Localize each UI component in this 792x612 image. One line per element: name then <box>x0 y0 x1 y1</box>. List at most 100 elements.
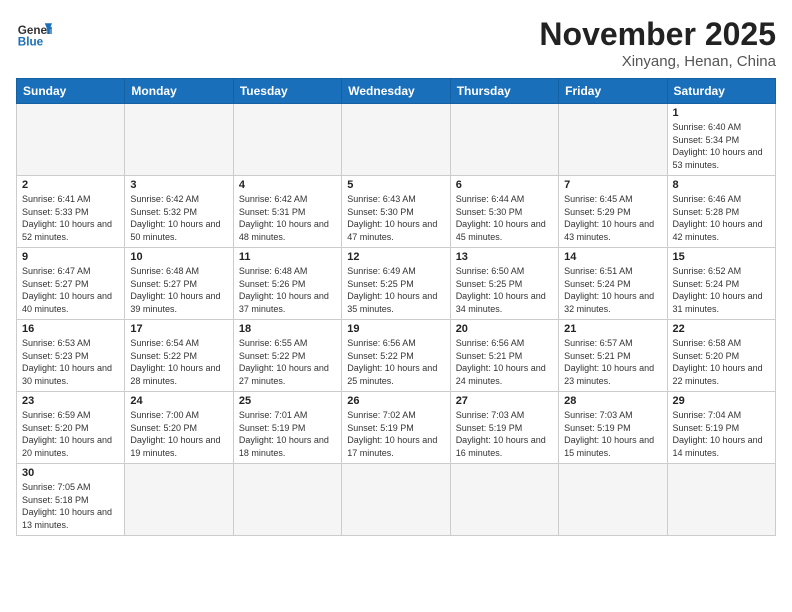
day-info: Sunrise: 7:02 AM Sunset: 5:19 PM Dayligh… <box>347 409 444 459</box>
calendar-cell: 2Sunrise: 6:41 AM Sunset: 5:33 PM Daylig… <box>17 176 125 248</box>
weekday-header-friday: Friday <box>559 79 667 104</box>
calendar-cell: 4 Sunrise: 6:42 AM Sunset: 5:31 PM Daylig… <box>233 176 341 248</box>
day-info: Sunrise: 6:43 AM Sunset: 5:30 PM Dayligh… <box>347 193 444 243</box>
day-info: Sunrise: 6:40 AM Sunset: 5:34 PM Dayligh… <box>673 121 770 171</box>
svg-text:Blue: Blue <box>18 36 44 49</box>
day-number: 14 <box>564 251 661 263</box>
calendar-cell <box>17 104 125 176</box>
day-info: Sunrise: 6:53 AM Sunset: 5:23 PM Dayligh… <box>22 337 119 387</box>
day-info: Sunrise: 6:46 AM Sunset: 5:28 PM Dayligh… <box>673 193 770 243</box>
calendar-cell: 30Sunrise: 7:05 AM Sunset: 5:18 PM Dayli… <box>17 464 125 536</box>
day-info: Sunrise: 7:04 AM Sunset: 5:19 PM Dayligh… <box>673 409 770 459</box>
weekday-header-monday: Monday <box>125 79 233 104</box>
day-info: Sunrise: 6:56 AM Sunset: 5:22 PM Dayligh… <box>347 337 444 387</box>
day-number: 25 <box>239 395 336 407</box>
calendar-cell <box>342 104 450 176</box>
week-row-1: 2Sunrise: 6:41 AM Sunset: 5:33 PM Daylig… <box>17 176 776 248</box>
calendar-cell: 9 Sunrise: 6:47 AM Sunset: 5:27 PM Daylig… <box>17 248 125 320</box>
day-number: 20 <box>456 323 553 335</box>
weekday-header-wednesday: Wednesday <box>342 79 450 104</box>
calendar-cell: 26 Sunrise: 7:02 AM Sunset: 5:19 PM Dayli… <box>342 392 450 464</box>
day-info: Sunrise: 6:55 AM Sunset: 5:22 PM Dayligh… <box>239 337 336 387</box>
logo-icon: General Blue <box>16 16 52 52</box>
day-info: Sunrise: 7:05 AM Sunset: 5:18 PM Dayligh… <box>22 481 119 531</box>
calendar-cell: 13 Sunrise: 6:50 AM Sunset: 5:25 PM Dayli… <box>450 248 558 320</box>
day-number: 5 <box>347 179 444 191</box>
calendar-cell <box>450 464 558 536</box>
day-info: Sunrise: 6:59 AM Sunset: 5:20 PM Dayligh… <box>22 409 119 459</box>
calendar-cell <box>450 104 558 176</box>
day-number: 19 <box>347 323 444 335</box>
page-header: General Blue November 2025 Xinyang, Hena… <box>16 16 776 70</box>
day-info: Sunrise: 6:41 AM Sunset: 5:33 PM Dayligh… <box>22 193 119 243</box>
calendar-table: SundayMondayTuesdayWednesdayThursdayFrid… <box>16 78 776 536</box>
calendar-cell: 1 Sunrise: 6:40 AM Sunset: 5:34 PM Daylig… <box>667 104 775 176</box>
calendar-cell: 10Sunrise: 6:48 AM Sunset: 5:27 PM Dayli… <box>125 248 233 320</box>
calendar-cell: 22Sunrise: 6:58 AM Sunset: 5:20 PM Dayli… <box>667 320 775 392</box>
day-number: 10 <box>130 251 227 263</box>
calendar-cell <box>125 464 233 536</box>
day-info: Sunrise: 6:45 AM Sunset: 5:29 PM Dayligh… <box>564 193 661 243</box>
day-number: 16 <box>22 323 119 335</box>
week-row-4: 23Sunrise: 6:59 AM Sunset: 5:20 PM Dayli… <box>17 392 776 464</box>
day-info: Sunrise: 6:42 AM Sunset: 5:31 PM Dayligh… <box>239 193 336 243</box>
day-info: Sunrise: 7:03 AM Sunset: 5:19 PM Dayligh… <box>564 409 661 459</box>
title-block: November 2025 Xinyang, Henan, China <box>539 16 776 70</box>
day-number: 18 <box>239 323 336 335</box>
logo: General Blue <box>16 16 52 52</box>
weekday-header-saturday: Saturday <box>667 79 775 104</box>
calendar-cell: 21Sunrise: 6:57 AM Sunset: 5:21 PM Dayli… <box>559 320 667 392</box>
calendar-cell: 14 Sunrise: 6:51 AM Sunset: 5:24 PM Dayli… <box>559 248 667 320</box>
day-info: Sunrise: 7:00 AM Sunset: 5:20 PM Dayligh… <box>130 409 227 459</box>
day-info: Sunrise: 6:44 AM Sunset: 5:30 PM Dayligh… <box>456 193 553 243</box>
week-row-0: 1 Sunrise: 6:40 AM Sunset: 5:34 PM Daylig… <box>17 104 776 176</box>
day-number: 8 <box>673 179 770 191</box>
day-number: 7 <box>564 179 661 191</box>
calendar-cell: 7 Sunrise: 6:45 AM Sunset: 5:29 PM Daylig… <box>559 176 667 248</box>
day-number: 3 <box>130 179 227 191</box>
day-number: 12 <box>347 251 444 263</box>
day-info: Sunrise: 6:56 AM Sunset: 5:21 PM Dayligh… <box>456 337 553 387</box>
day-info: Sunrise: 6:50 AM Sunset: 5:25 PM Dayligh… <box>456 265 553 315</box>
calendar-cell: 23Sunrise: 6:59 AM Sunset: 5:20 PM Dayli… <box>17 392 125 464</box>
calendar-cell: 12 Sunrise: 6:49 AM Sunset: 5:25 PM Dayli… <box>342 248 450 320</box>
calendar-cell: 18 Sunrise: 6:55 AM Sunset: 5:22 PM Dayli… <box>233 320 341 392</box>
calendar-cell: 17Sunrise: 6:54 AM Sunset: 5:22 PM Dayli… <box>125 320 233 392</box>
day-number: 22 <box>673 323 770 335</box>
day-number: 13 <box>456 251 553 263</box>
week-row-5: 30Sunrise: 7:05 AM Sunset: 5:18 PM Dayli… <box>17 464 776 536</box>
day-info: Sunrise: 6:42 AM Sunset: 5:32 PM Dayligh… <box>130 193 227 243</box>
day-number: 11 <box>239 251 336 263</box>
day-info: Sunrise: 6:52 AM Sunset: 5:24 PM Dayligh… <box>673 265 770 315</box>
day-number: 29 <box>673 395 770 407</box>
day-info: Sunrise: 6:48 AM Sunset: 5:26 PM Dayligh… <box>239 265 336 315</box>
weekday-header-row: SundayMondayTuesdayWednesdayThursdayFrid… <box>17 79 776 104</box>
calendar-cell <box>233 104 341 176</box>
calendar-cell <box>342 464 450 536</box>
day-number: 6 <box>456 179 553 191</box>
day-number: 26 <box>347 395 444 407</box>
calendar-cell: 19 Sunrise: 6:56 AM Sunset: 5:22 PM Dayli… <box>342 320 450 392</box>
calendar-cell: 29 Sunrise: 7:04 AM Sunset: 5:19 PM Dayli… <box>667 392 775 464</box>
day-number: 28 <box>564 395 661 407</box>
calendar-cell: 25 Sunrise: 7:01 AM Sunset: 5:19 PM Dayli… <box>233 392 341 464</box>
calendar-cell: 8 Sunrise: 6:46 AM Sunset: 5:28 PM Daylig… <box>667 176 775 248</box>
day-number: 4 <box>239 179 336 191</box>
month-title: November 2025 <box>539 16 776 53</box>
day-info: Sunrise: 7:01 AM Sunset: 5:19 PM Dayligh… <box>239 409 336 459</box>
day-number: 27 <box>456 395 553 407</box>
calendar-cell: 24Sunrise: 7:00 AM Sunset: 5:20 PM Dayli… <box>125 392 233 464</box>
weekday-header-tuesday: Tuesday <box>233 79 341 104</box>
day-number: 1 <box>673 107 770 119</box>
day-info: Sunrise: 6:47 AM Sunset: 5:27 PM Dayligh… <box>22 265 119 315</box>
calendar-cell <box>125 104 233 176</box>
calendar-cell: 28 Sunrise: 7:03 AM Sunset: 5:19 PM Dayli… <box>559 392 667 464</box>
day-info: Sunrise: 6:49 AM Sunset: 5:25 PM Dayligh… <box>347 265 444 315</box>
day-number: 21 <box>564 323 661 335</box>
location-subtitle: Xinyang, Henan, China <box>539 53 776 70</box>
day-number: 9 <box>22 251 119 263</box>
calendar-cell: 6 Sunrise: 6:44 AM Sunset: 5:30 PM Daylig… <box>450 176 558 248</box>
day-info: Sunrise: 6:51 AM Sunset: 5:24 PM Dayligh… <box>564 265 661 315</box>
calendar-cell <box>559 104 667 176</box>
calendar-cell: 3 Sunrise: 6:42 AM Sunset: 5:32 PM Daylig… <box>125 176 233 248</box>
